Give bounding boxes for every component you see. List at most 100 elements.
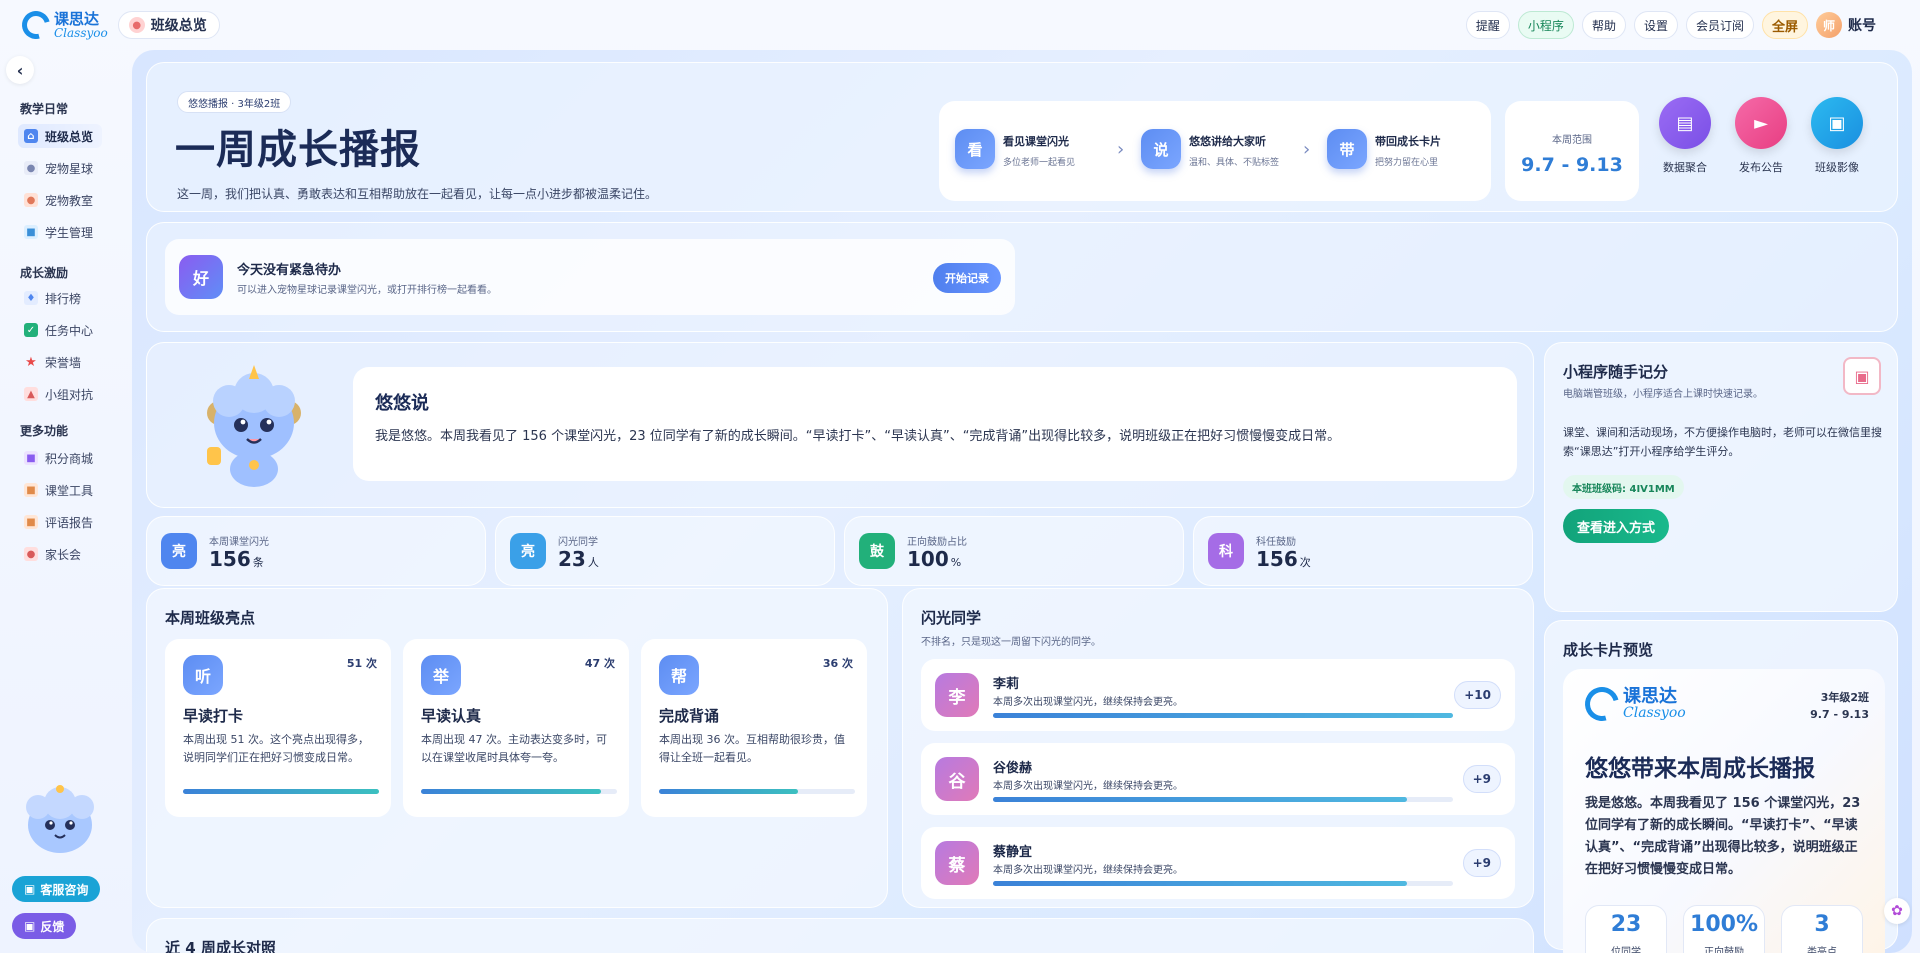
student-progress-fill bbox=[993, 881, 1407, 886]
sidebar-item-class-tools[interactable]: ■ 课堂工具 bbox=[18, 478, 102, 502]
class-gallery-button[interactable]: ▣ 班级影像 bbox=[1805, 97, 1869, 175]
highlight-item[interactable]: 听 51 次 早读打卡 本周出现 51 次。这个亮点出现得多，说明同学们正在把好… bbox=[165, 639, 391, 817]
tools-icon: ■ bbox=[24, 483, 38, 497]
breadcrumb[interactable]: ● 班级总览 bbox=[117, 11, 220, 39]
flow-step-badge: 看 bbox=[955, 129, 995, 169]
sidebar-item-label: 宠物教室 bbox=[45, 193, 94, 208]
flow-step-sub: 把努力留在心里 bbox=[1375, 158, 1439, 168]
chat-icon: ▣ bbox=[24, 919, 36, 933]
account-menu[interactable]: 师 账号 bbox=[1816, 12, 1876, 38]
sidebar-item-comment-report[interactable]: ■ 评语报告 bbox=[18, 510, 102, 534]
settings-button[interactable]: 设置 bbox=[1633, 11, 1678, 39]
highlight-progress bbox=[421, 789, 617, 794]
stat-badge: 科 bbox=[1208, 533, 1244, 569]
highlight-desc: 本周出现 36 次。互相帮助很珍贵，值得让全班一起看见。 bbox=[659, 733, 845, 764]
chevron-right-icon: › bbox=[1303, 139, 1311, 160]
stat-unit: % bbox=[950, 556, 962, 569]
main-content: 悠悠播报 · 3年级2班 一周成长播报 这一周，我们把认真、勇敢表达和互相帮助放… bbox=[132, 50, 1912, 953]
help-button[interactable]: 帮助 bbox=[1581, 11, 1626, 39]
sidebar-collapse-button[interactable]: ‹ bbox=[6, 56, 34, 84]
stat-value: 23 bbox=[558, 547, 586, 571]
stat-card: 鼓 正向鼓励占比 100% bbox=[844, 516, 1184, 586]
youyou-says-text: 我是悠悠。本周我看见了 156 个课堂闪光，23 位同学有了新的成长瞬间。“早读… bbox=[375, 429, 1341, 444]
highlight-count: 36 次 bbox=[822, 657, 853, 670]
account-label: 账号 bbox=[1848, 18, 1876, 34]
data-aggregate-button[interactable]: ▤ 数据聚合 bbox=[1653, 97, 1717, 175]
student-progress bbox=[993, 797, 1453, 802]
highlight-item[interactable]: 举 47 次 早读认真 本周出现 47 次。主动表达变多时，可以在课堂收尾时具体… bbox=[403, 639, 629, 817]
view-entry-button[interactable]: 查看进入方式 bbox=[1563, 509, 1670, 543]
brand-logo-icon bbox=[16, 5, 56, 45]
preview-stat-label: 正向鼓励 bbox=[1704, 947, 1744, 953]
highlight-desc: 本周出现 51 次。这个亮点出现得多，说明同学们正在把好习惯变成日常。 bbox=[183, 733, 369, 764]
customer-service-button[interactable]: ▣ 客服咨询 bbox=[12, 876, 101, 902]
stat-label: 本周课堂闪光 bbox=[209, 537, 269, 548]
stat-label: 科任鼓励 bbox=[1256, 537, 1296, 548]
sidebar-item-honor-wall[interactable]: ★ 荣誉墙 bbox=[18, 350, 102, 374]
feedback-button[interactable]: ▣ 反馈 bbox=[12, 913, 77, 939]
publish-notice-label: 发布公告 bbox=[1739, 161, 1783, 174]
stat-label: 闪光同学 bbox=[558, 537, 598, 548]
student-progress bbox=[993, 881, 1453, 886]
sidebar-item-task-center[interactable]: ✓ 任务中心 bbox=[18, 318, 102, 342]
preview-title: 成长卡片预览 bbox=[1563, 641, 1654, 659]
stat-badge: 鼓 bbox=[859, 533, 895, 569]
flow-step-title: 带回成长卡片 bbox=[1375, 135, 1441, 148]
sidebar-item-student-management[interactable]: ■ 学生管理 bbox=[18, 220, 102, 244]
reminder-button[interactable]: 提醒 bbox=[1465, 11, 1510, 39]
highlight-count: 51 次 bbox=[346, 657, 377, 670]
sidebar-item-pet-classroom[interactable]: ● 宠物教室 bbox=[18, 188, 102, 212]
top-bar: 课思达 Classyoo ● 班级总览 提醒 小程序 帮助 设置 会员订阅 全屏… bbox=[0, 0, 1920, 50]
sidebar-item-group-battle[interactable]: ▲ 小组对抗 bbox=[18, 382, 102, 406]
chevron-right-icon: › bbox=[1117, 139, 1125, 160]
start-record-button[interactable]: 开始记录 bbox=[933, 263, 1001, 293]
brand-name-cn: 课思达 bbox=[1623, 686, 1677, 707]
flow-step: 说 悠悠讲给大家听 温和、具体、不贴标签 bbox=[1141, 129, 1279, 169]
mini-program-card: 小程序随手记分 电脑端管班级，小程序适合上课时快速记录。 ▣ 课堂、课间和活动现… bbox=[1544, 342, 1898, 612]
brand-text: 课思达 Classyoo bbox=[54, 11, 108, 39]
flow-steps: 看 看见课堂闪光 多位老师一起看见 › 说 悠悠讲给大家听 温和、具体、不贴标签 ›… bbox=[939, 101, 1491, 201]
sidebar-item-class-overview[interactable]: ⌂ 班级总览 bbox=[18, 124, 102, 148]
student-row[interactable]: 李 李莉 本周多次出现课堂闪光，继续保持会更亮。 +10 bbox=[921, 659, 1515, 731]
sidebar-item-leaderboard[interactable]: ♦ 排行榜 bbox=[18, 286, 102, 310]
publish-notice-button[interactable]: ► 发布公告 bbox=[1729, 97, 1793, 175]
highlight-title: 早读打卡 bbox=[183, 707, 244, 725]
trophy-icon: ♦ bbox=[24, 291, 38, 305]
highlight-desc: 本周出现 47 次。主动表达变多时，可以在课堂收尾时具体夸一夸。 bbox=[421, 733, 607, 764]
mini-program-button[interactable]: 小程序 bbox=[1517, 11, 1574, 39]
preview-stat-value: 3 bbox=[1814, 912, 1830, 937]
student-points-badge: +9 bbox=[1462, 849, 1501, 877]
student-avatar: 李 bbox=[935, 673, 979, 717]
stat-unit: 条 bbox=[252, 556, 264, 569]
fullscreen-button[interactable]: 全屏 bbox=[1761, 11, 1808, 39]
planet-icon: ● bbox=[24, 161, 38, 175]
student-avatar: 谷 bbox=[935, 757, 979, 801]
student-row[interactable]: 谷 谷俊赫 本周多次出现课堂闪光，继续保持会更亮。 +9 bbox=[921, 743, 1515, 815]
highlight-item[interactable]: 帮 36 次 完成背诵 本周出现 36 次。互相帮助很珍贵，值得让全班一起看见。 bbox=[641, 639, 867, 817]
sidebar-group-label: 成长激励 bbox=[20, 266, 69, 280]
sidebar-item-pet-planet[interactable]: ● 宠物星球 bbox=[18, 156, 102, 180]
growth-card-preview: 成长卡片预览 课思达 Classyoo 3年级2班 9.7 - 9.13 悠悠带… bbox=[1544, 620, 1898, 953]
hero-subtitle: 这一周，我们把认真、勇敢表达和互相帮助放在一起看见，让每一点小进步都被温柔记住。 bbox=[177, 187, 658, 201]
preview-card-text: 我是悠悠。本周我看见了 156 个课堂闪光，23 位同学有了新的成长瞬间。“早读… bbox=[1585, 796, 1861, 877]
highlight-progress-fill bbox=[183, 789, 379, 794]
brand-logo[interactable]: 课思达 Classyoo bbox=[16, 5, 108, 45]
brain-icon[interactable]: ✿ bbox=[1884, 898, 1910, 924]
stat-value: 100 bbox=[907, 547, 949, 571]
highlight-progress-fill bbox=[421, 789, 602, 794]
mascot-image bbox=[207, 365, 301, 487]
student-row[interactable]: 蔡 蔡静宜 本周多次出现课堂闪光，继续保持会更亮。 +9 bbox=[921, 827, 1515, 899]
membership-button[interactable]: 会员订阅 bbox=[1685, 11, 1754, 39]
student-name: 李莉 bbox=[993, 677, 1020, 692]
student-progress-fill bbox=[993, 713, 1453, 718]
sidebar-item-label: 评语报告 bbox=[45, 515, 94, 530]
sidebar-item-points-shop[interactable]: ■ 积分商城 bbox=[18, 446, 102, 470]
student-desc: 本周多次出现课堂闪光，继续保持会更亮。 bbox=[993, 781, 1183, 792]
growth-card[interactable]: 课思达 Classyoo 3年级2班 9.7 - 9.13 悠悠带来本周成长播报… bbox=[1563, 669, 1885, 953]
flow-step: 看 看见课堂闪光 多位老师一起看见 bbox=[955, 129, 1075, 169]
preview-brand-logo: 课思达 Classyoo bbox=[1578, 680, 1686, 728]
paw-icon: ● bbox=[128, 17, 145, 33]
sidebar-item-parent-meeting[interactable]: ● 家长会 bbox=[18, 542, 102, 566]
preview-stat-label: 位同学 bbox=[1611, 947, 1641, 953]
todo-panel: 好 今天没有紧急待办 可以进入宠物星球记录课堂闪光，或打开排行榜一起看看。 开始… bbox=[165, 239, 1015, 315]
